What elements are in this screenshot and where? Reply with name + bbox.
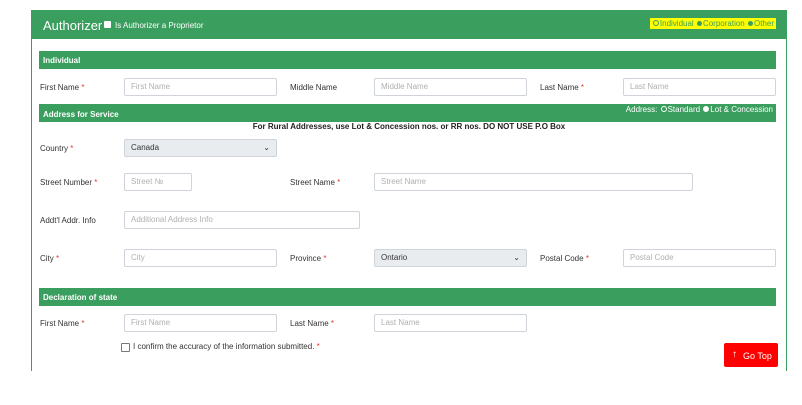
address-options-label: Address:	[625, 105, 658, 114]
street-number-input[interactable]: Street №	[124, 173, 192, 191]
confirm-checkbox[interactable]	[121, 343, 130, 352]
address-option-standard: Standard	[667, 105, 701, 114]
go-top-button[interactable]: ↑ Go Top	[724, 343, 778, 367]
postal-code-input[interactable]: Postal Code	[623, 249, 776, 267]
declaration-last-name-label: Last Name *	[290, 319, 335, 328]
province-label: Province *	[290, 254, 327, 263]
authorizer-header: Authorizer Is Authorizer a Proprietor In…	[32, 11, 786, 39]
type-radio-corporation[interactable]	[696, 20, 702, 26]
proprietor-checkbox[interactable]	[104, 21, 111, 28]
address-section-bar: Address for Service Address: Standard Lo…	[39, 104, 776, 122]
proprietor-label: Is Authorizer a Proprietor	[115, 21, 204, 30]
street-name-input[interactable]: Street Name	[374, 173, 693, 191]
address-radio-lot-concession[interactable]	[703, 106, 710, 113]
address-option-lot-concession: Lot & Concession	[710, 105, 773, 114]
country-label: Country *	[40, 144, 74, 153]
first-name-label: First Name *	[40, 83, 85, 92]
declaration-first-name-label: First Name *	[40, 319, 85, 328]
addl-info-input[interactable]: Additional Address Info	[124, 211, 360, 229]
declaration-section-title: Declaration of state	[43, 293, 118, 302]
declaration-first-name-input[interactable]: First Name	[124, 314, 277, 332]
street-number-label: Street Number *	[40, 178, 98, 187]
addl-info-label: Addt'l Addr. Info	[40, 216, 96, 225]
address-section-title: Address for Service	[43, 110, 119, 119]
individual-section-bar: Individual	[39, 51, 776, 69]
middle-name-input[interactable]: Middle Name	[374, 78, 527, 96]
chevron-down-icon: ⌄	[513, 253, 520, 262]
postal-code-label: Postal Code *	[540, 254, 589, 263]
confirm-label: I confirm the accuracy of the informatio…	[133, 342, 320, 351]
type-label-other: Other	[753, 19, 774, 28]
type-label-corporation: Corporation	[702, 19, 745, 28]
authorizer-card: Authorizer Is Authorizer a Proprietor In…	[31, 10, 787, 371]
last-name-input[interactable]: Last Name	[623, 78, 776, 96]
last-name-label: Last Name *	[540, 83, 585, 92]
arrow-up-icon: ↑	[732, 349, 737, 360]
city-input[interactable]: City	[124, 249, 277, 267]
authorizer-type-radios: Individual Corporation Other	[649, 18, 776, 29]
declaration-last-name-input[interactable]: Last Name	[374, 314, 527, 332]
chevron-down-icon: ⌄	[263, 143, 270, 152]
type-radio-other[interactable]	[747, 20, 753, 26]
country-value: Canada	[131, 143, 160, 152]
individual-section-title: Individual	[43, 56, 81, 65]
province-select[interactable]: Ontario ⌄	[374, 249, 527, 267]
rural-address-note: For Rural Addresses, use Lot & Concessio…	[252, 122, 566, 131]
city-label: City *	[40, 254, 60, 263]
authorizer-title: Authorizer	[43, 18, 103, 33]
street-name-label: Street Name *	[290, 178, 341, 187]
declaration-section-bar: Declaration of state	[39, 288, 776, 306]
go-top-label: Go Top	[743, 351, 772, 361]
province-value: Ontario	[381, 253, 408, 262]
middle-name-label: Middle Name	[290, 83, 338, 92]
first-name-input[interactable]: First Name	[124, 78, 277, 96]
address-radio-standard[interactable]	[660, 106, 667, 113]
type-label-individual: Individual	[659, 19, 694, 28]
type-radio-individual[interactable]	[652, 20, 659, 27]
address-type-options: Address: Standard Lot & Concession	[626, 105, 773, 114]
country-select[interactable]: Canada ⌄	[124, 139, 277, 157]
